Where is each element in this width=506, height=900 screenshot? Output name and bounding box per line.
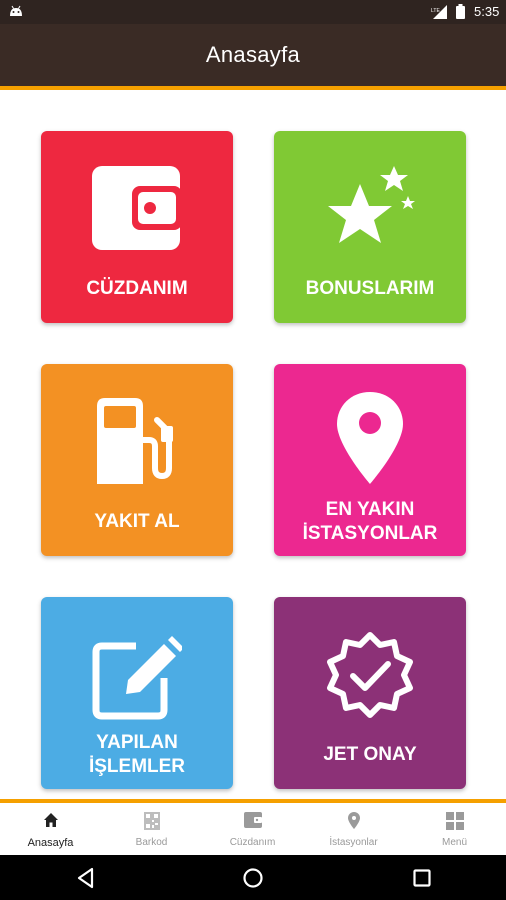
home-icon bbox=[0, 812, 101, 832]
location-pin-icon bbox=[274, 388, 466, 488]
status-time: 5:35 bbox=[474, 4, 500, 19]
app-bar: Anasayfa bbox=[0, 24, 506, 86]
edit-icon bbox=[41, 627, 233, 727]
page-title: Anasayfa bbox=[205, 42, 301, 67]
nav-label: Anasayfa bbox=[27, 837, 74, 849]
tile-label: JET ONAY bbox=[323, 744, 417, 765]
qr-code-icon bbox=[101, 812, 202, 832]
tile-label-line2: İŞLEMLER bbox=[88, 756, 186, 777]
tile-label: YAKIT AL bbox=[94, 511, 180, 532]
tile-yapilan-islemler[interactable]: YAPILAN İŞLEMLER bbox=[41, 597, 233, 789]
nav-item-istasyonlar[interactable]: İstasyonlar bbox=[303, 803, 404, 855]
tile-en-yakin-istasyonlar[interactable]: EN YAKIN İSTASYONLAR bbox=[274, 364, 466, 556]
stars-icon bbox=[274, 159, 466, 259]
tile-label-line2: İSTASYONLAR bbox=[302, 523, 438, 544]
wallet-icon bbox=[202, 812, 303, 832]
nav-label: İstasyonlar bbox=[329, 837, 378, 848]
nav-item-anasayfa[interactable]: Anasayfa bbox=[0, 803, 101, 855]
tile-label-line1: YAPILAN bbox=[96, 732, 178, 753]
nav-item-barkod[interactable]: Barkod bbox=[101, 803, 202, 855]
home-button-icon[interactable] bbox=[242, 867, 264, 889]
location-pin-icon bbox=[303, 812, 404, 832]
back-icon[interactable] bbox=[75, 867, 97, 889]
system-navigation-bar bbox=[0, 855, 506, 900]
battery-icon bbox=[456, 4, 465, 19]
nav-label: Menü bbox=[441, 837, 467, 848]
signal-icon: LTE bbox=[431, 5, 447, 19]
nav-item-cuzdanim[interactable]: Cüzdanım bbox=[202, 803, 303, 855]
tile-jet-onay[interactable]: JET ONAY bbox=[274, 597, 466, 789]
svg-text:LTE: LTE bbox=[431, 8, 440, 14]
tile-cuzdanim[interactable]: CÜZDANIM bbox=[41, 131, 233, 323]
nav-label: Cüzdanım bbox=[229, 837, 276, 848]
android-icon bbox=[10, 5, 22, 16]
wallet-icon bbox=[41, 159, 233, 259]
nav-item-menu[interactable]: Menü bbox=[404, 803, 505, 855]
status-bar: LTE 5:35 bbox=[0, 0, 506, 24]
tile-label-line1: EN YAKIN bbox=[325, 499, 415, 520]
tile-bonuslarim[interactable]: BONUSLARIM bbox=[274, 131, 466, 323]
nav-label: Barkod bbox=[135, 837, 168, 848]
fuel-pump-icon bbox=[41, 392, 233, 492]
tile-label: BONUSLARIM bbox=[305, 278, 435, 299]
grid-menu-icon bbox=[404, 812, 505, 832]
tile-label: CÜZDANIM bbox=[86, 278, 188, 299]
tile-yakit-al[interactable]: YAKIT AL bbox=[41, 364, 233, 556]
recents-icon[interactable] bbox=[411, 867, 433, 889]
verified-badge-icon bbox=[274, 627, 466, 727]
top-accent-line bbox=[0, 86, 506, 90]
tile-label: YAPILAN İŞLEMLER bbox=[41, 731, 233, 779]
bottom-navigation: Anasayfa Barkod Cüzdanım İstasyonlar Men… bbox=[0, 803, 506, 855]
tile-label: EN YAKIN İSTASYONLAR bbox=[274, 498, 466, 546]
